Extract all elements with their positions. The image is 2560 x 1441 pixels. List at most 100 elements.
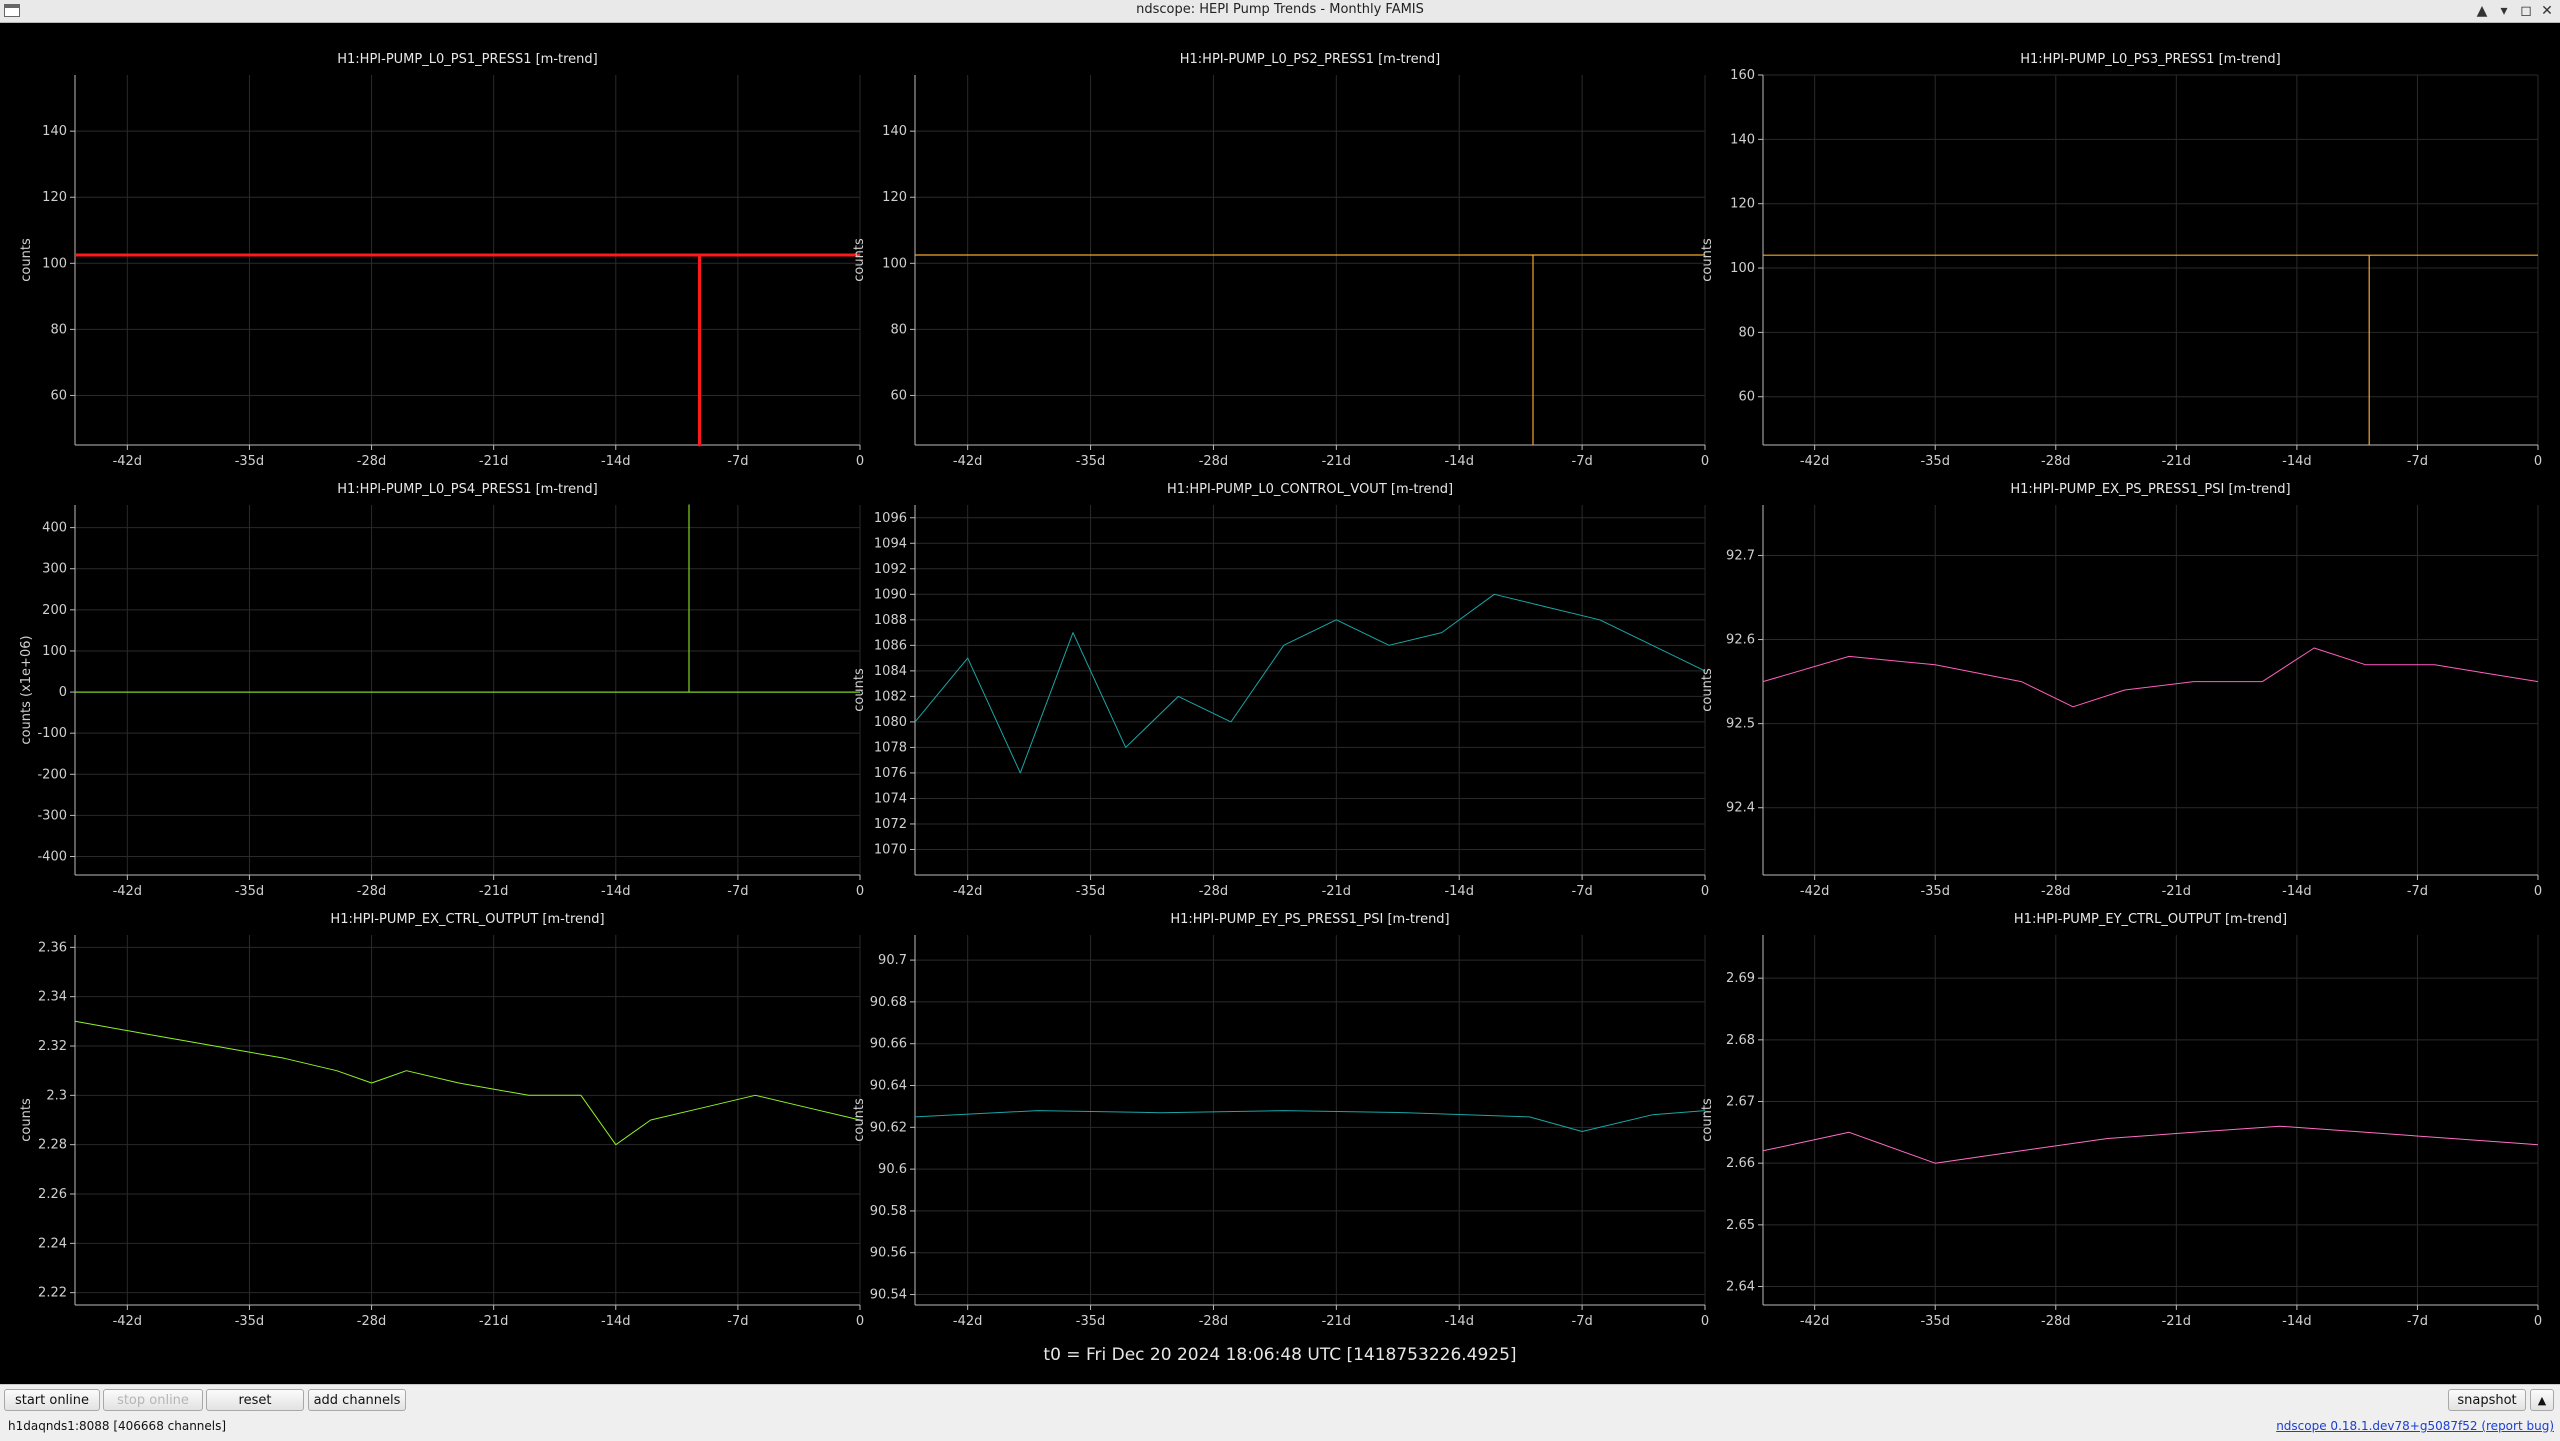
server-status: h1daqnds1:8088 [406668 channels] bbox=[8, 1419, 227, 1433]
plot-9[interactable]: H1:HPI-PUMP_EY_CTRL_OUTPUT [m-trend] -42d… bbox=[1700, 912, 2542, 1329]
x-tick-label: -28d bbox=[357, 454, 387, 469]
x-tick-label: 0 bbox=[856, 884, 864, 899]
y-tick-label: 100 bbox=[882, 256, 907, 271]
y-tick-label: 80 bbox=[1738, 325, 1755, 340]
y-tick-label: 92.5 bbox=[1726, 717, 1755, 732]
y-tick-label: 400 bbox=[42, 521, 67, 536]
series-line bbox=[75, 504, 860, 693]
y-tick-label: 1076 bbox=[874, 766, 907, 781]
x-tick-label: -14d bbox=[601, 1314, 631, 1329]
plot-5[interactable]: H1:HPI-PUMP_L0_CONTROL_VOUT [m-trend] -42… bbox=[852, 482, 1709, 899]
reset-button[interactable]: reset bbox=[206, 1389, 304, 1411]
y-tick-label: -300 bbox=[37, 808, 67, 823]
plot-8[interactable]: H1:HPI-PUMP_EY_PS_PRESS1_PSI [m-trend] -4… bbox=[852, 912, 1709, 1329]
stop-online-button[interactable]: stop online bbox=[103, 1389, 203, 1411]
x-tick-label: -7d bbox=[727, 454, 748, 469]
y-tick-label: -400 bbox=[37, 850, 67, 865]
x-tick-label: -28d bbox=[357, 884, 387, 899]
y-axis-label: counts bbox=[19, 238, 34, 282]
y-tick-label: 90.56 bbox=[870, 1246, 907, 1261]
x-tick-label: -35d bbox=[235, 1314, 265, 1329]
y-tick-label: 92.4 bbox=[1726, 801, 1755, 816]
x-tick-label: 0 bbox=[1701, 884, 1709, 899]
x-tick-label: -42d bbox=[1800, 454, 1830, 469]
minimize-icon[interactable]: ▾ bbox=[2494, 1, 2514, 21]
series-line bbox=[914, 1110, 1706, 1132]
bottom-toolbar: start online stop online reset add chann… bbox=[0, 1384, 2560, 1441]
y-tick-label: 60 bbox=[1738, 390, 1755, 405]
x-tick-label: -21d bbox=[1322, 1314, 1352, 1329]
y-tick-label: 160 bbox=[1730, 68, 1755, 83]
y-tick-label: 2.65 bbox=[1726, 1218, 1755, 1233]
start-online-button[interactable]: start online bbox=[4, 1389, 100, 1411]
plot-1[interactable]: H1:HPI-PUMP_L0_PS1_PRESS1 [m-trend] -42d -… bbox=[19, 52, 864, 469]
x-tick-label: 0 bbox=[2534, 454, 2542, 469]
y-tick-label: 1082 bbox=[874, 689, 907, 704]
y-axis-label: counts bbox=[852, 238, 867, 282]
x-tick-label: -14d bbox=[601, 454, 631, 469]
x-tick-label: -28d bbox=[1199, 1314, 1229, 1329]
x-tick-label: 0 bbox=[2534, 884, 2542, 899]
x-tick-label: -35d bbox=[1076, 1314, 1106, 1329]
x-tick-label: -21d bbox=[479, 884, 509, 899]
y-tick-label: 100 bbox=[42, 256, 67, 271]
report-bug-link[interactable]: (report bug) bbox=[2481, 1419, 2554, 1433]
plot-4[interactable]: H1:HPI-PUMP_L0_PS4_PRESS1 [m-trend] -42d -… bbox=[19, 482, 864, 899]
y-tick-label: 1090 bbox=[874, 587, 907, 602]
y-tick-label: 1092 bbox=[874, 562, 907, 577]
x-tick-label: -35d bbox=[1076, 884, 1106, 899]
plot-title: H1:HPI-PUMP_L0_PS1_PRESS1 [m-trend] bbox=[337, 52, 598, 67]
y-axis-label: counts bbox=[852, 1098, 867, 1142]
y-tick-label: 1084 bbox=[874, 664, 907, 679]
y-tick-label: 140 bbox=[42, 124, 67, 139]
y-axis-label: counts bbox=[1700, 1098, 1715, 1142]
x-tick-label: -7d bbox=[727, 1314, 748, 1329]
y-tick-label: 2.64 bbox=[1726, 1280, 1755, 1295]
y-tick-label: 1078 bbox=[874, 740, 907, 755]
y-tick-label: 1080 bbox=[874, 715, 907, 730]
x-tick-label: -14d bbox=[1444, 454, 1474, 469]
y-tick-label: 60 bbox=[50, 388, 67, 403]
x-tick-label: -42d bbox=[113, 884, 143, 899]
x-tick-label: -35d bbox=[235, 884, 265, 899]
y-axis-label: counts bbox=[1700, 668, 1715, 712]
x-tick-label: -7d bbox=[1572, 454, 1593, 469]
y-tick-label: 2.28 bbox=[38, 1138, 67, 1153]
x-tick-label: -35d bbox=[235, 454, 265, 469]
add-channels-button[interactable]: add channels bbox=[308, 1389, 406, 1411]
maximize-icon[interactable]: ◻ bbox=[2516, 1, 2536, 21]
y-axis-label: counts (x1e+06) bbox=[19, 635, 34, 744]
plot-2[interactable]: H1:HPI-PUMP_L0_PS2_PRESS1 [m-trend] -42d -… bbox=[852, 52, 1709, 469]
keep-above-icon[interactable]: ▲ bbox=[2472, 1, 2492, 21]
y-tick-label: 100 bbox=[42, 644, 67, 659]
close-icon[interactable]: ✕ bbox=[2537, 1, 2557, 21]
x-tick-label: -28d bbox=[2041, 884, 2071, 899]
y-tick-label: 2.67 bbox=[1726, 1095, 1755, 1110]
x-tick-label: -28d bbox=[2041, 454, 2071, 469]
y-tick-label: 2.69 bbox=[1726, 971, 1755, 986]
y-tick-label: 2.36 bbox=[38, 940, 67, 955]
snapshot-button[interactable]: snapshot bbox=[2448, 1389, 2526, 1411]
x-tick-label: -28d bbox=[1199, 454, 1229, 469]
y-tick-label: 90.6 bbox=[878, 1162, 907, 1177]
x-tick-label: -42d bbox=[953, 1314, 983, 1329]
x-tick-label: -14d bbox=[1444, 884, 1474, 899]
x-tick-label: 0 bbox=[856, 454, 864, 469]
y-tick-label: 80 bbox=[890, 322, 907, 337]
x-tick-label: -28d bbox=[2041, 1314, 2071, 1329]
series-line bbox=[75, 253, 860, 447]
x-tick-label: -21d bbox=[1322, 884, 1352, 899]
x-tick-label: -7d bbox=[1572, 884, 1593, 899]
y-tick-label: 1070 bbox=[874, 842, 907, 857]
expand-panel-icon[interactable]: ▲ bbox=[2530, 1389, 2554, 1411]
y-tick-label: -200 bbox=[37, 767, 67, 782]
x-tick-label: -7d bbox=[1572, 1314, 1593, 1329]
plot-6[interactable]: H1:HPI-PUMP_EX_PS_PRESS1_PSI [m-trend] -4… bbox=[1700, 482, 2542, 899]
t0-label: t0 = Fri Dec 20 2024 18:06:48 UTC [14187… bbox=[1043, 1345, 1517, 1365]
version-link[interactable]: ndscope 0.18.1.dev78+g5087f52 bbox=[2276, 1419, 2477, 1433]
plot-7[interactable]: H1:HPI-PUMP_EX_CTRL_OUTPUT [m-trend] -42d… bbox=[19, 912, 864, 1329]
plot-title: H1:HPI-PUMP_EY_CTRL_OUTPUT [m-trend] bbox=[2014, 912, 2287, 927]
y-tick-label: 90.54 bbox=[870, 1288, 907, 1303]
y-tick-label: 200 bbox=[42, 603, 67, 618]
plot-3[interactable]: H1:HPI-PUMP_L0_PS3_PRESS1 [m-trend] -42d -… bbox=[1700, 52, 2542, 469]
